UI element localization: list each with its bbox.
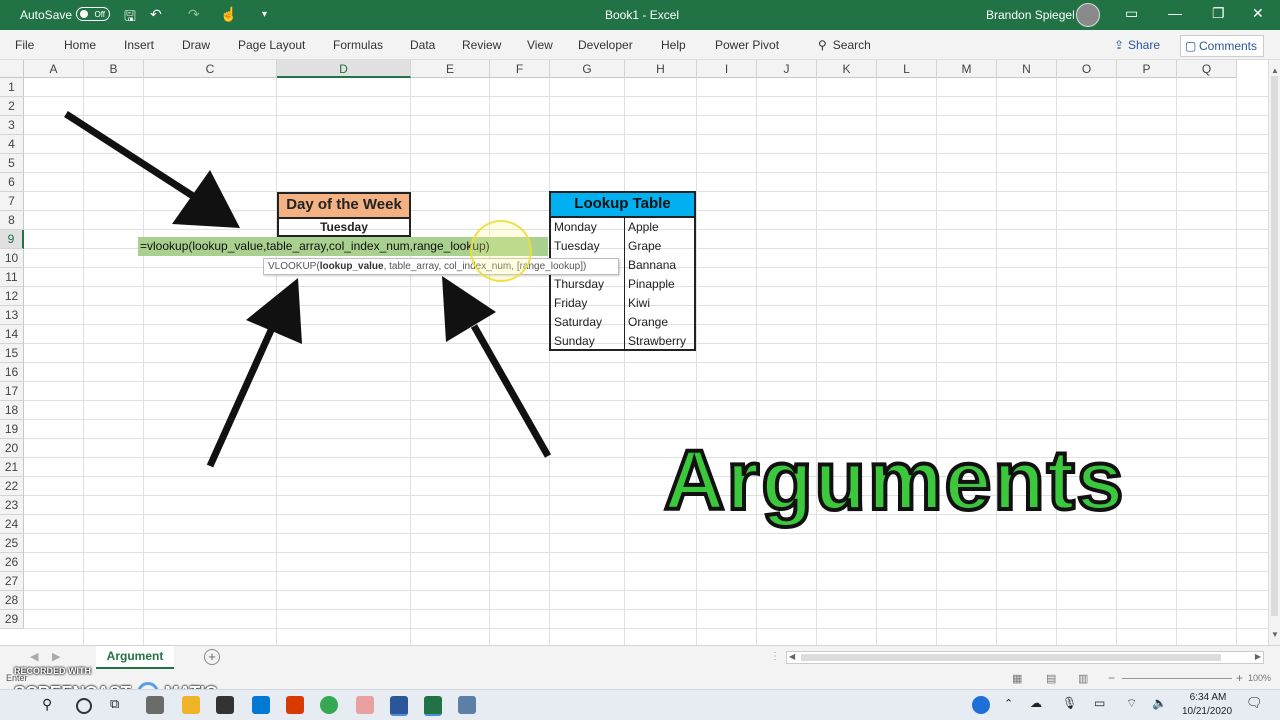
search-taskbar-icon[interactable]: ⚲ [42,696,60,714]
clock-date[interactable]: 10/21/2020 [1176,706,1238,717]
excel-icon[interactable] [424,696,442,716]
sheet-tab-bar: ◀ ▶ Argument + ⋮ ◀ ▶ [0,645,1280,669]
arrow-bottom-right [442,276,552,458]
task-view-icon[interactable]: ⧉ [110,696,128,714]
add-sheet-icon[interactable]: + [204,649,220,665]
sheet-tab-argument[interactable]: Argument [96,646,174,669]
zoom-level[interactable]: 100% [1248,673,1271,683]
page-break-view-icon[interactable]: ▥ [1078,672,1088,685]
page-layout-view-icon[interactable]: ▤ [1046,672,1056,685]
zoom-slider[interactable] [1122,678,1232,679]
vertical-scroll-thumb[interactable] [1271,76,1278,616]
mail-icon[interactable] [252,696,270,714]
scroll-down-icon[interactable]: ▼ [1271,630,1279,639]
app-icon-2[interactable] [458,696,476,714]
help-tray-icon[interactable] [972,696,990,714]
tab-split-handle[interactable]: ⋮ [770,651,780,662]
cortana-icon[interactable] [76,698,92,714]
clock-time[interactable]: 6:34 AM [1180,692,1236,703]
scroll-left-icon[interactable]: ◀ [789,652,795,661]
horizontal-scroll-thumb[interactable] [801,654,1221,661]
watermark-line1: RECORDED WITH [14,666,91,676]
battery-icon[interactable]: ▭ [1094,696,1105,710]
paint-icon[interactable] [356,696,374,714]
volume-icon[interactable]: 🔈 [1152,696,1167,710]
horizontal-scrollbar[interactable]: ◀ ▶ [786,651,1264,664]
arrow-bottom-left [206,278,302,468]
zoom-out-icon[interactable]: − [1108,671,1115,685]
chrome-icon[interactable] [320,696,338,714]
next-sheet-icon[interactable]: ▶ [52,650,60,663]
taskbar: ⚲ ⧉ ⌃ ☁ 🎙 ▭ ⌔ 🔈 6:34 AM 10/21/2020 🗨 [0,689,1280,720]
store-icon[interactable] [216,696,234,714]
tray-overflow-icon[interactable]: ⌃ [1004,697,1013,710]
normal-view-icon[interactable]: ▦ [1012,672,1022,685]
vertical-scrollbar[interactable]: ▲ ▼ [1268,60,1280,645]
scroll-right-icon[interactable]: ▶ [1255,652,1261,661]
zoom-in-icon[interactable]: + [1236,671,1243,685]
onedrive-icon[interactable]: ☁ [1030,696,1042,710]
network-icon[interactable]: ⌔ [1126,696,1137,711]
arrow-top-left [64,111,240,228]
annotation-arrows [64,111,552,468]
notifications-icon[interactable]: 🗨 [1246,695,1263,711]
word-icon[interactable] [390,696,408,716]
arguments-overlay-text: Arguments [662,431,1126,529]
microphone-icon[interactable]: 🎙 [1062,696,1077,710]
app-icon-1[interactable] [146,696,164,714]
scroll-up-icon[interactable]: ▲ [1271,66,1279,75]
prev-sheet-icon[interactable]: ◀ [30,650,38,663]
office-icon[interactable] [286,696,304,714]
file-explorer-icon[interactable] [182,696,200,714]
